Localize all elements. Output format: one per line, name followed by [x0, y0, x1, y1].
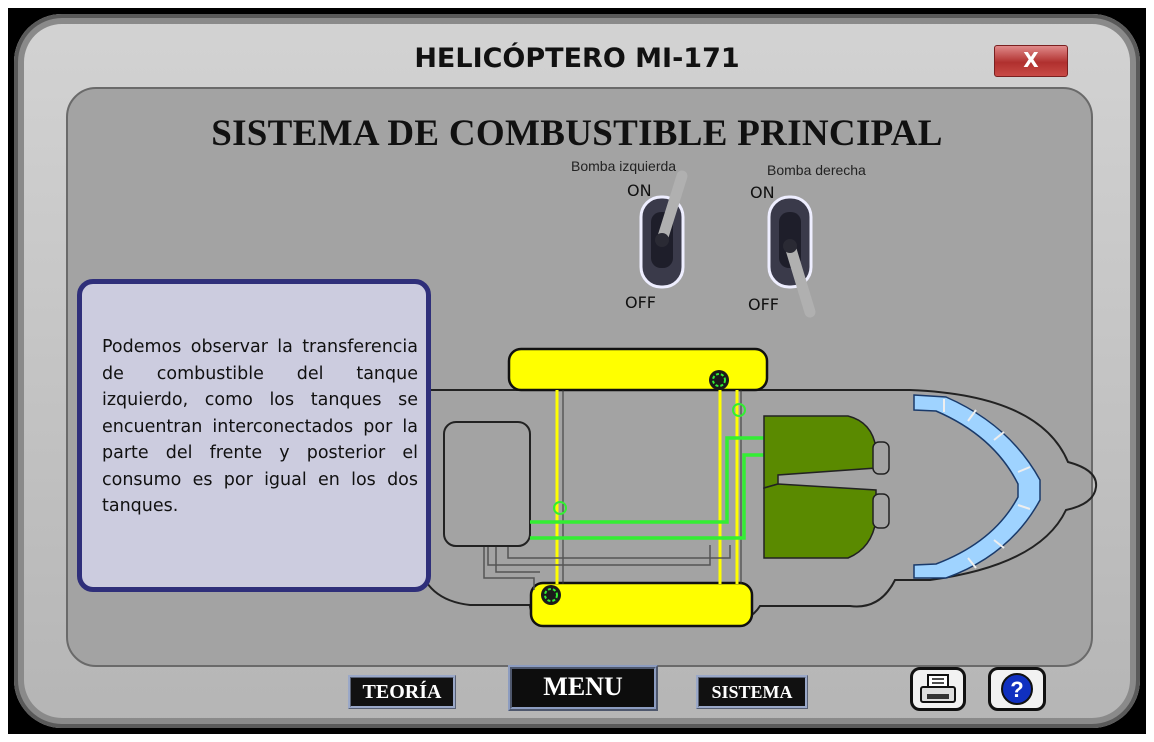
cockpit-windows: [913, 394, 1041, 579]
grey-line-3: [507, 545, 731, 559]
grey-line-1: [487, 545, 711, 566]
help-button[interactable]: ?: [988, 667, 1046, 711]
sistema-button[interactable]: SISTEMA: [696, 675, 808, 709]
grey-line-2: [495, 547, 540, 573]
top-pump-icon: [709, 370, 729, 390]
bottom-fuel-tank: [529, 581, 754, 628]
left-unit-box: [443, 421, 531, 547]
svg-text:?: ?: [1010, 677, 1023, 702]
fuel-line-lower: [530, 453, 765, 540]
bottom-pump-icon: [541, 585, 561, 605]
info-text: Podemos observar la transferencia de com…: [102, 337, 418, 516]
right-pump-switch[interactable]: [767, 195, 816, 318]
help-icon: ?: [1001, 673, 1033, 705]
top-fuel-tank: [507, 347, 769, 392]
print-button[interactable]: [910, 667, 966, 711]
valve-ring-2: [732, 403, 746, 417]
left-pump-switch[interactable]: [639, 170, 688, 289]
grey-line-4: [483, 547, 535, 590]
menu-button[interactable]: MENU: [508, 665, 658, 711]
printer-icon: [920, 674, 956, 703]
engine-block: [763, 415, 890, 559]
teoria-button[interactable]: TEORÍA: [348, 675, 456, 709]
